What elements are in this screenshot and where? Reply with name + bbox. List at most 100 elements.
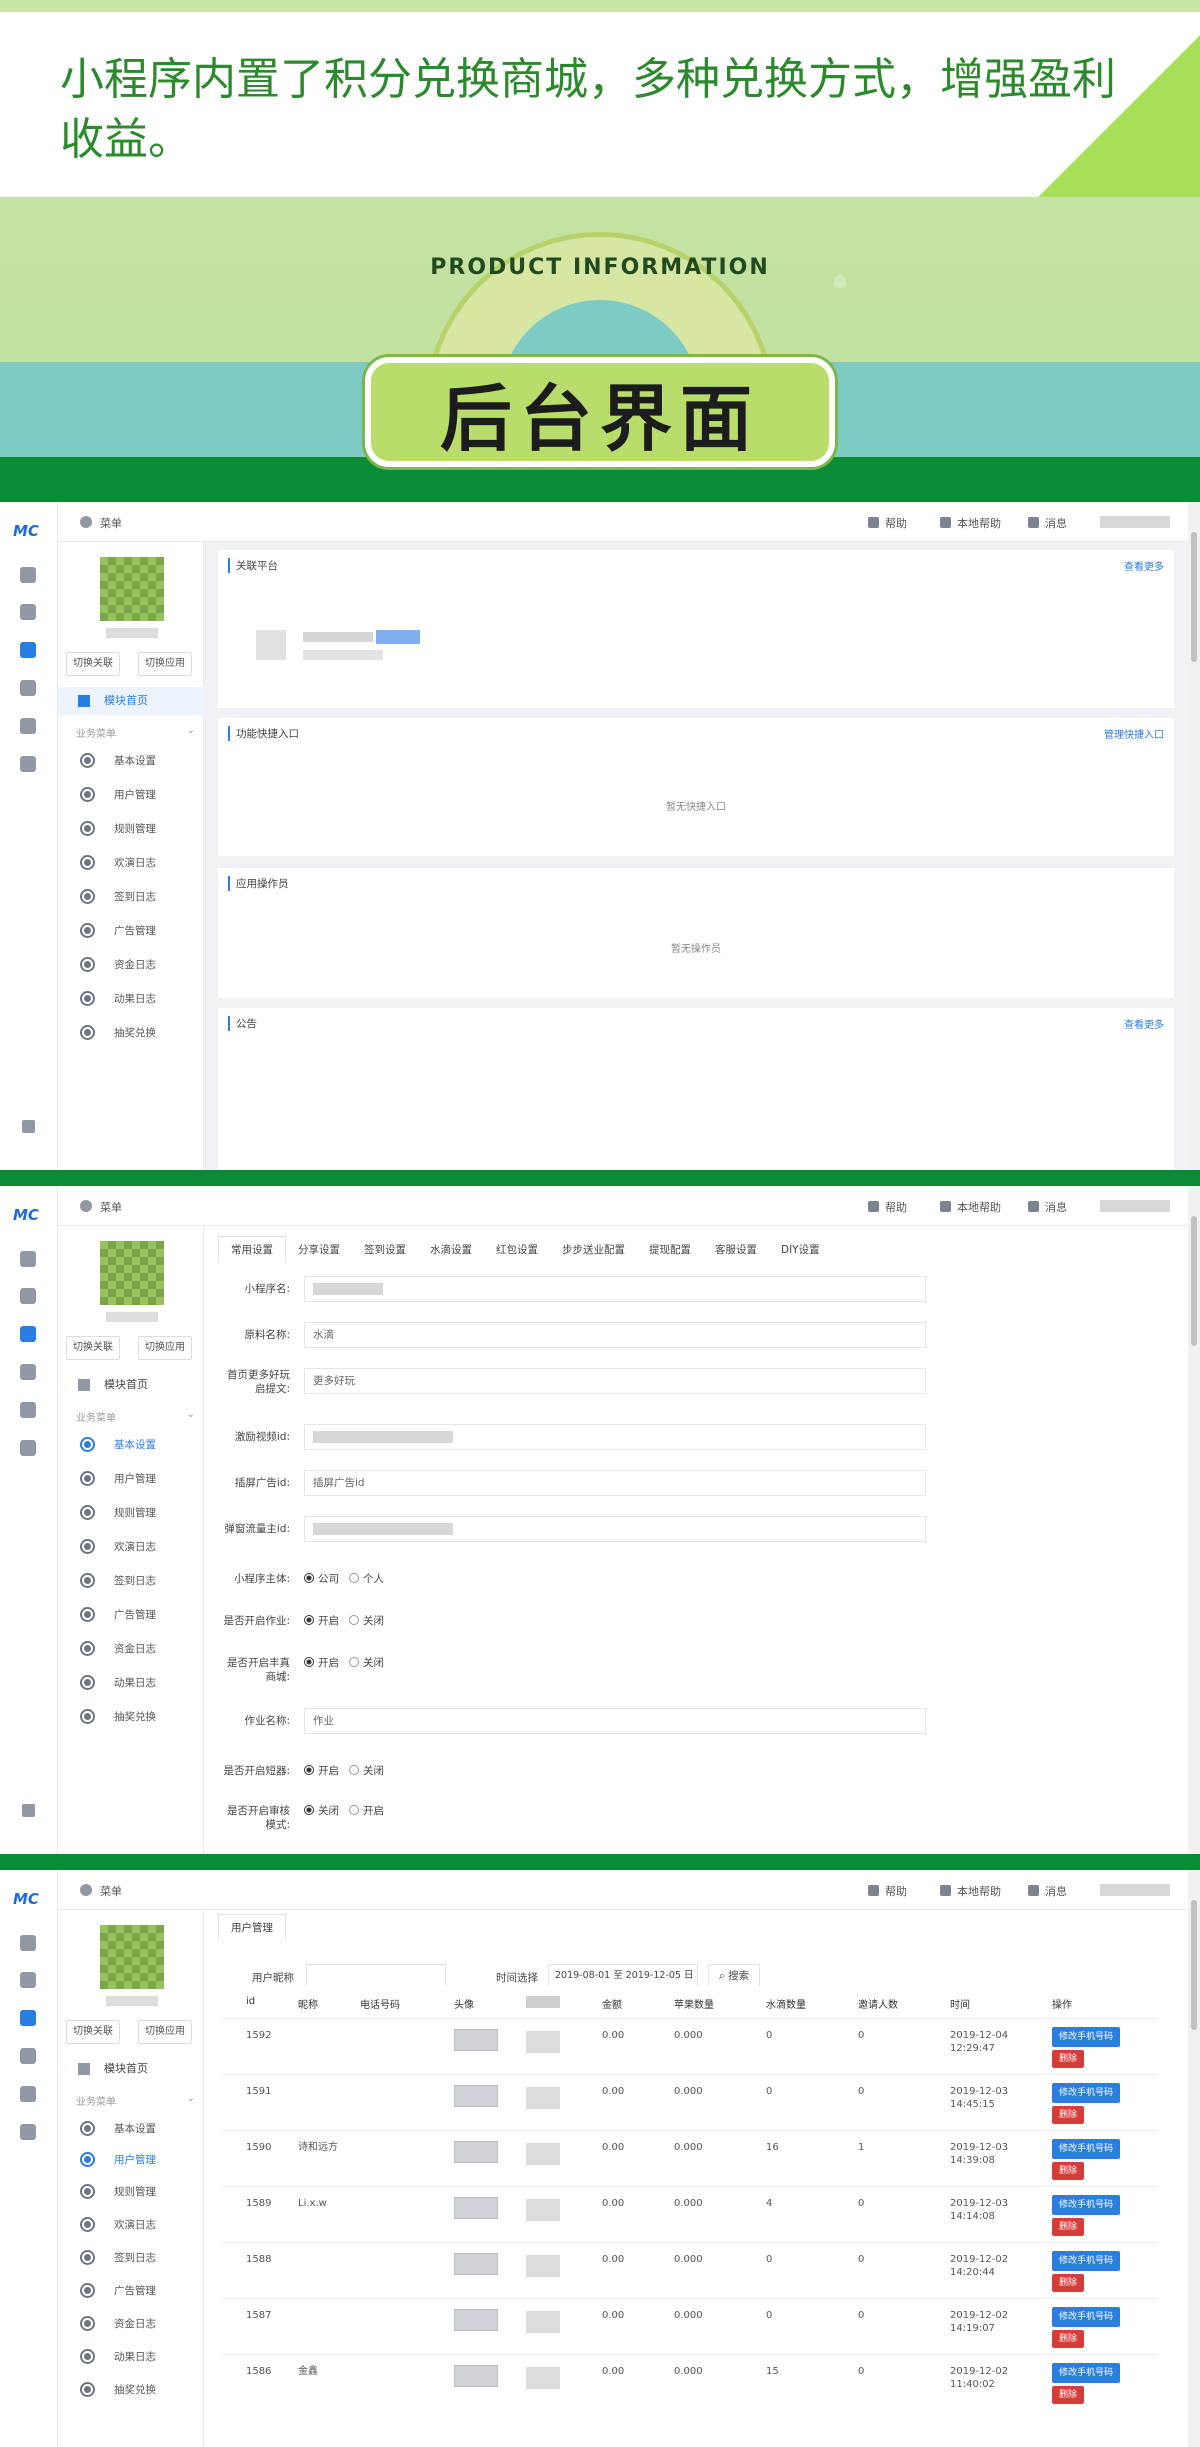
sidebar-item-lottery[interactable]: 抽奖兑换 [58, 2378, 204, 2402]
sidebar-item-home[interactable]: 模块首页 [58, 2055, 204, 2083]
messages-link[interactable]: 消息 [1028, 1199, 1067, 1215]
tab-diy[interactable]: DIY设置 [769, 1237, 832, 1263]
sidebar-item-lottery[interactable]: 抽奖兑换 [58, 1705, 204, 1729]
sidebar-item-fruit-log[interactable]: 动果日志 [58, 2345, 204, 2369]
switch-account-button[interactable]: 切换关联 [66, 1336, 120, 1360]
radio-icon[interactable] [349, 1573, 360, 1583]
switch-account-button[interactable]: 切换关联 [66, 2020, 120, 2044]
scrollbar[interactable] [1188, 1870, 1200, 2447]
switch-app-button[interactable]: 切换应用 [138, 1336, 192, 1360]
menu-group-title[interactable]: 业务菜单 [76, 2093, 116, 2108]
sidebar-item-rules[interactable]: 规则管理 [58, 1501, 204, 1525]
radio-options[interactable]: 开启 关闭 [304, 1656, 384, 1670]
help-link[interactable]: 帮助 [868, 1199, 907, 1215]
radio-icon[interactable] [349, 1657, 360, 1667]
sidebar-item-rules[interactable]: 规则管理 [58, 817, 204, 841]
modify-phone-button[interactable]: 修改手机号码 [1052, 2139, 1120, 2159]
bell-icon[interactable] [20, 1440, 36, 1456]
scrollbar-thumb[interactable] [1191, 532, 1197, 662]
menu-icon[interactable] [80, 1884, 92, 1896]
delete-button[interactable]: 删除 [1052, 2386, 1084, 2404]
delete-button[interactable]: 删除 [1052, 2330, 1084, 2348]
radio-checked-icon[interactable] [304, 1615, 314, 1625]
tab-checkin[interactable]: 签到设置 [352, 1237, 418, 1263]
radio-checked-icon[interactable] [304, 1657, 314, 1667]
sidebar-item-checkin-log[interactable]: 签到日志 [58, 1569, 204, 1593]
sidebar-item-checkin-log[interactable]: 签到日志 [58, 2246, 204, 2270]
modify-phone-button[interactable]: 修改手机号码 [1052, 2027, 1120, 2047]
user-name-blurred[interactable] [1100, 1884, 1170, 1896]
messages-link[interactable]: 消息 [1028, 515, 1067, 531]
tab-service[interactable]: 客服设置 [703, 1237, 769, 1263]
local-help-link[interactable]: 本地帮助 [940, 1883, 1001, 1899]
delete-button[interactable]: 删除 [1052, 2050, 1084, 2068]
bell-icon[interactable] [20, 2124, 36, 2140]
menu-label[interactable]: 菜单 [100, 1199, 122, 1215]
menu-group-title[interactable]: 业务菜单 [76, 725, 116, 740]
tab-redpacket[interactable]: 红包设置 [484, 1237, 550, 1263]
cube-icon[interactable] [20, 642, 36, 658]
view-more-link[interactable]: 查看更多 [1124, 558, 1164, 573]
cube-icon[interactable] [20, 2010, 36, 2026]
scrollbar-thumb[interactable] [1191, 1216, 1197, 1346]
delete-button[interactable]: 删除 [1052, 2274, 1084, 2292]
chevron-down-icon[interactable]: ⌄ [187, 2093, 195, 2104]
local-help-link[interactable]: 本地帮助 [940, 1199, 1001, 1215]
apps-icon[interactable] [20, 1288, 36, 1304]
chevron-down-icon[interactable]: ⌄ [187, 1409, 195, 1420]
sidebar-item-lottery[interactable]: 抽奖兑换 [58, 1021, 204, 1045]
radio-checked-icon[interactable] [304, 1573, 314, 1583]
monitor-icon[interactable] [20, 718, 36, 734]
tab-steps[interactable]: 步步送业配置 [550, 1237, 637, 1263]
sidebar-item-fruit-log[interactable]: 动果日志 [58, 987, 204, 1011]
sidebar-item-fund-log[interactable]: 资金日志 [58, 953, 204, 977]
user-name-blurred[interactable] [1100, 1200, 1170, 1212]
homework-name-input[interactable]: 作业 [304, 1708, 926, 1734]
tab-user-management[interactable]: 用户管理 [218, 1914, 286, 1940]
lock-icon[interactable] [22, 1120, 35, 1133]
home-icon[interactable] [20, 1251, 36, 1267]
lock-icon[interactable] [22, 1804, 35, 1817]
radio-icon[interactable] [349, 1765, 360, 1775]
modify-phone-button[interactable]: 修改手机号码 [1052, 2307, 1120, 2327]
home-icon[interactable] [20, 567, 36, 583]
radio-options[interactable]: 开启 关闭 [304, 1764, 384, 1778]
sidebar-item-fund-log[interactable]: 资金日志 [58, 1637, 204, 1661]
grid-icon[interactable] [20, 1364, 36, 1380]
sidebar-item-basic-settings[interactable]: 基本设置 [58, 2117, 204, 2141]
scrollbar[interactable] [1188, 1186, 1200, 1854]
scrollbar[interactable] [1188, 502, 1200, 1170]
sidebar-item-fruit-log[interactable]: 动果日志 [58, 1671, 204, 1695]
bell-icon[interactable] [20, 756, 36, 772]
sidebar-item-log[interactable]: 欢演日志 [58, 1535, 204, 1559]
sidebar-item-log[interactable]: 欢演日志 [58, 2213, 204, 2237]
home-icon[interactable] [20, 1935, 36, 1951]
radio-options[interactable]: 公司 个人 [304, 1572, 384, 1586]
radio-options[interactable]: 关闭 开启 [304, 1804, 384, 1818]
delete-button[interactable]: 删除 [1052, 2162, 1084, 2180]
modify-phone-button[interactable]: 修改手机号码 [1052, 2195, 1120, 2215]
grid-icon[interactable] [20, 2048, 36, 2064]
manage-shortcuts-link[interactable]: 管理快捷入口 [1104, 726, 1164, 741]
menu-label[interactable]: 菜单 [100, 1883, 122, 1899]
delete-button[interactable]: 删除 [1052, 2106, 1084, 2124]
switch-app-button[interactable]: 切换应用 [138, 2020, 192, 2044]
sidebar-item-user-management[interactable]: 用户管理 [58, 2148, 204, 2172]
tab-common[interactable]: 常用设置 [218, 1236, 286, 1262]
monitor-icon[interactable] [20, 1402, 36, 1418]
sidebar-item-ads[interactable]: 广告管理 [58, 919, 204, 943]
sidebar-item-ads[interactable]: 广告管理 [58, 1603, 204, 1627]
sidebar-item-log[interactable]: 欢演日志 [58, 851, 204, 875]
help-link[interactable]: 帮助 [868, 515, 907, 531]
sidebar-item-basic-settings[interactable]: 基本设置 [58, 749, 204, 773]
radio-icon[interactable] [349, 1805, 360, 1815]
apps-icon[interactable] [20, 1972, 36, 1988]
sidebar-item-user-management[interactable]: 用户管理 [58, 1467, 204, 1491]
modify-phone-button[interactable]: 修改手机号码 [1052, 2251, 1120, 2271]
app-name-input[interactable] [304, 1276, 926, 1302]
local-help-link[interactable]: 本地帮助 [940, 515, 1001, 531]
monitor-icon[interactable] [20, 2086, 36, 2102]
date-range-input[interactable]: 2019-08-01 至 2019-12-05 日 [548, 1964, 698, 1988]
tab-share[interactable]: 分享设置 [286, 1237, 352, 1263]
tab-withdraw[interactable]: 提现配置 [637, 1237, 703, 1263]
